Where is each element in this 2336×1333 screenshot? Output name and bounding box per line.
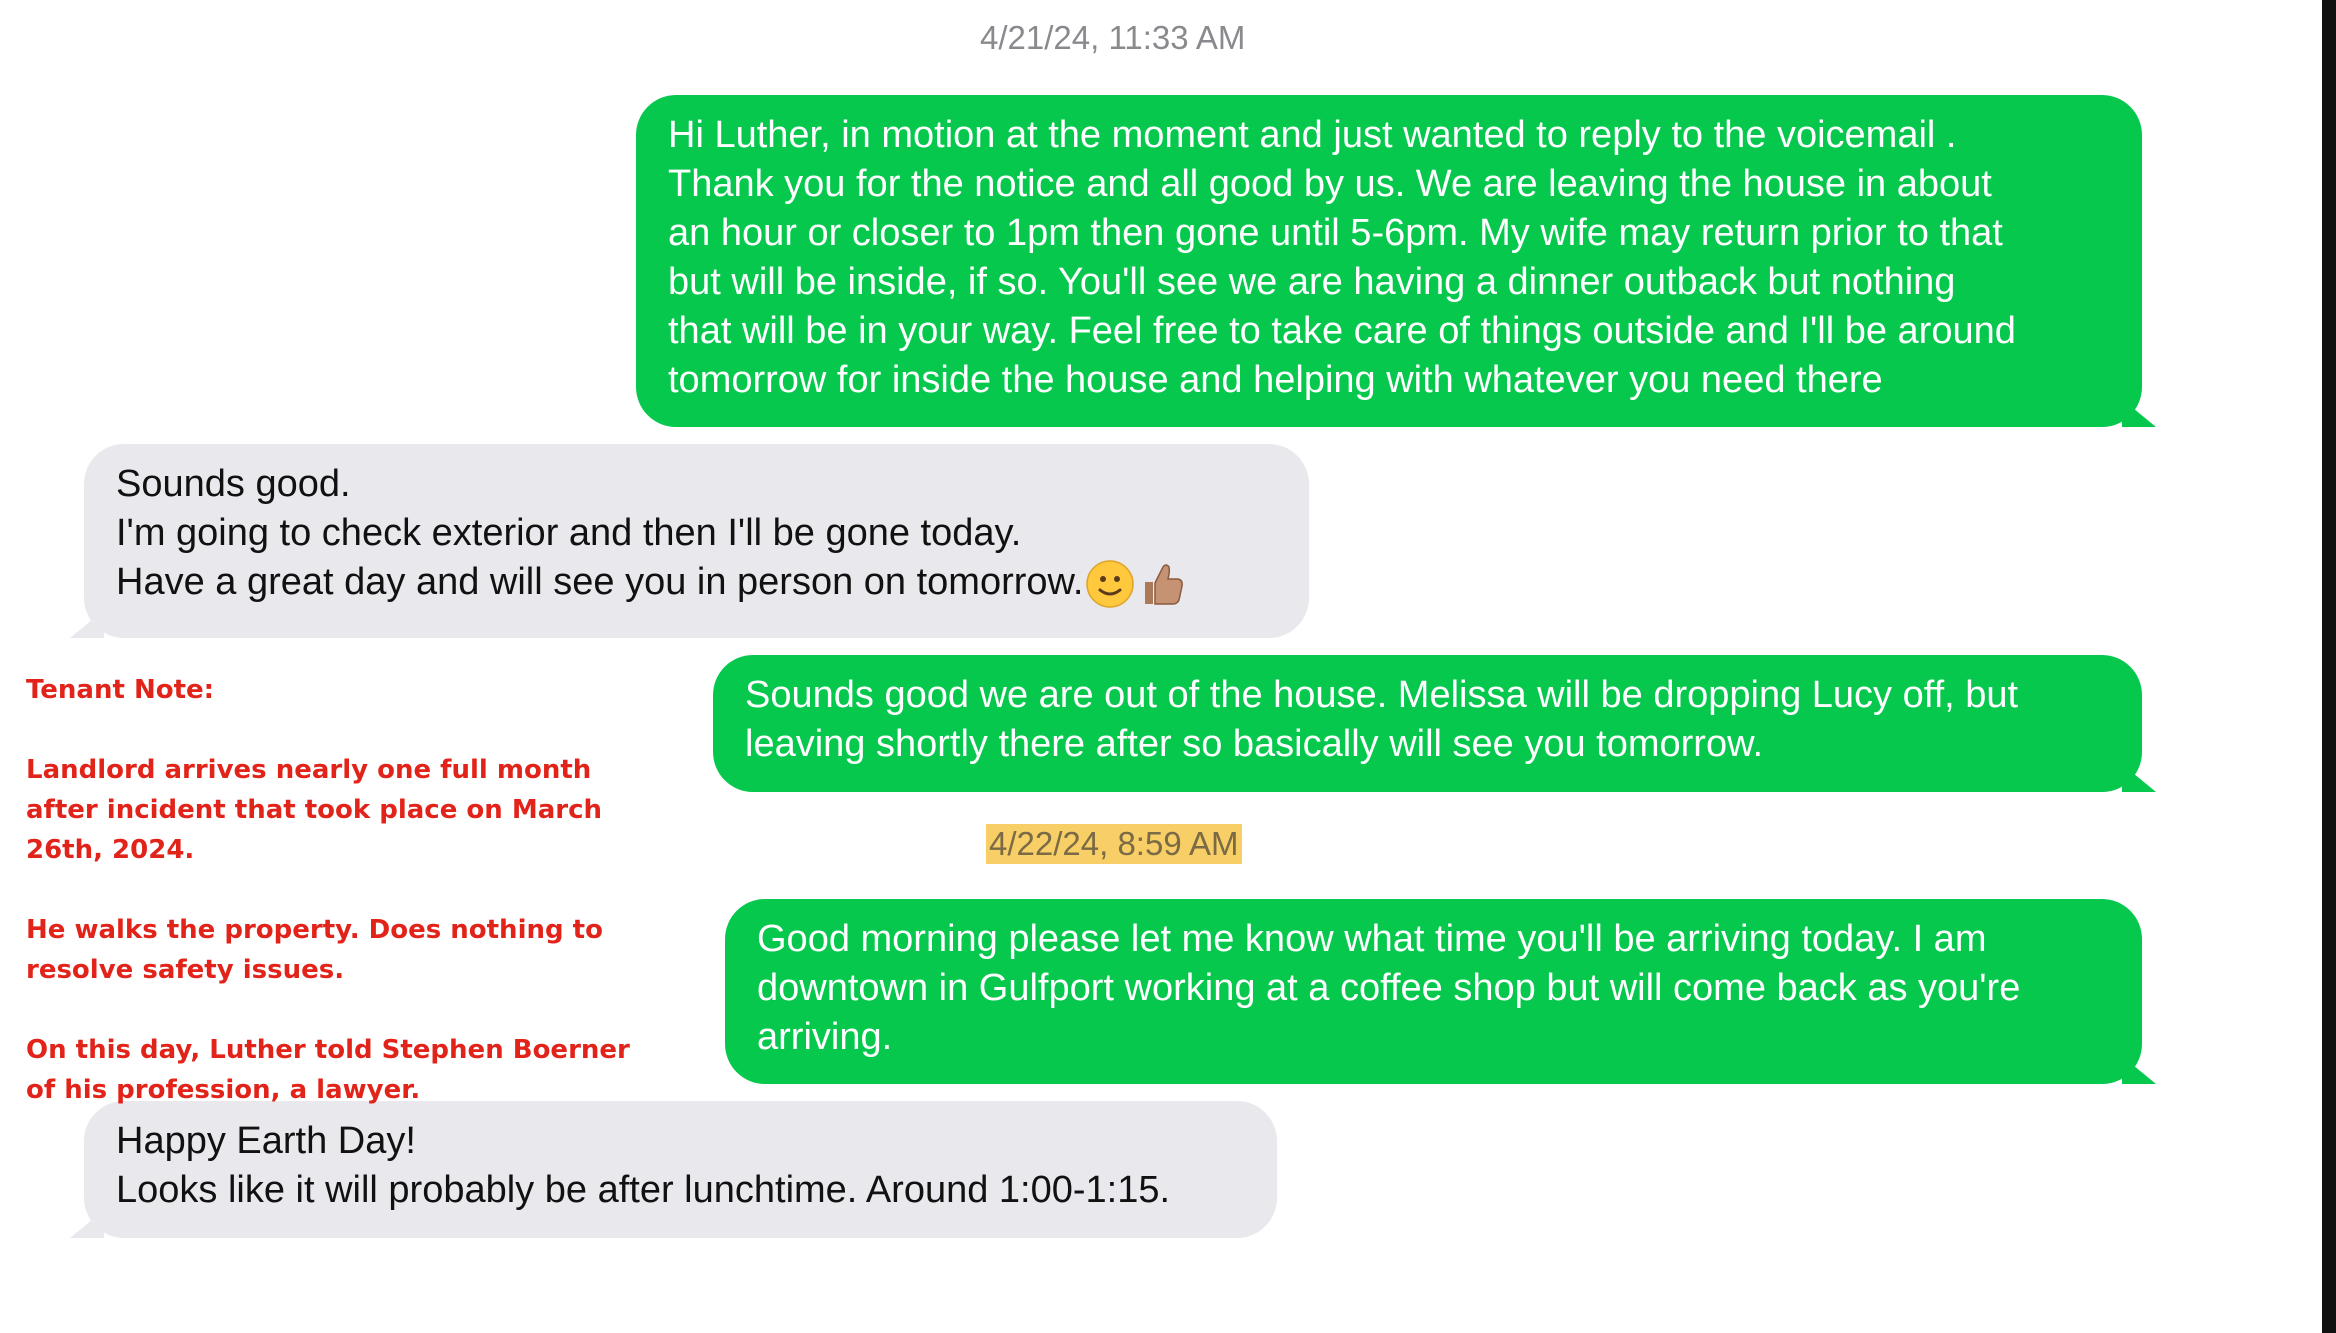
message-line-text: Have a great day and will see you in per… xyxy=(116,561,1084,603)
thumbs-up-icon xyxy=(1145,564,1184,605)
bubble-tail xyxy=(70,1210,104,1238)
slightly-smiling-face-icon xyxy=(1086,560,1135,608)
bubble-tail xyxy=(70,610,104,638)
scrollbar-thumb[interactable] xyxy=(2322,0,2336,1333)
message-line-with-emoji: Have a great day and will see you in per… xyxy=(116,558,1277,609)
bubble-tail xyxy=(2122,764,2156,792)
sent-message-bubble[interactable]: Good morning please let me know what tim… xyxy=(725,899,2156,1084)
message-line: an hour or closer to 1pm then gone until… xyxy=(668,212,2003,254)
bubble-tail xyxy=(2122,399,2156,427)
message-line: Good morning please let me know what tim… xyxy=(757,918,1987,960)
message-line: I'm going to check exterior and then I'l… xyxy=(116,512,1022,554)
message-line: but will be inside, if so. You'll see we… xyxy=(668,261,1956,303)
received-message-bubble[interactable]: Sounds good. I'm going to check exterior… xyxy=(70,444,1309,638)
timestamp: 4/21/24, 11:33 AM xyxy=(980,19,1246,56)
message-line: downtown in Gulfport working at a coffee… xyxy=(757,967,2021,1009)
note-paragraph: Landlord arrives nearly one full month a… xyxy=(26,755,602,865)
note-paragraph: He walks the property. Does nothing to r… xyxy=(26,915,603,985)
highlighted-timestamp: 4/22/24, 8:59 AM xyxy=(986,824,1242,864)
message-line: arriving. xyxy=(757,1016,893,1058)
tenant-note-annotation: Tenant Note: Landlord arrives nearly one… xyxy=(26,670,666,1150)
note-paragraph: On this day, Luther told Stephen Boerner… xyxy=(26,1035,630,1105)
scrollbar-track[interactable] xyxy=(2318,0,2336,1333)
sent-message-bubble[interactable]: Hi Luther, in motion at the moment and j… xyxy=(636,95,2156,427)
message-line: Looks like it will probably be after lun… xyxy=(116,1169,1171,1211)
bubble-tail xyxy=(2122,1056,2156,1084)
message-line: Sounds good we are out of the house. Mel… xyxy=(745,674,2019,716)
message-line: Sounds good. xyxy=(116,463,351,505)
message-line: tomorrow for inside the house and helpin… xyxy=(668,359,1883,401)
message-line: Thank you for the notice and all good by… xyxy=(668,163,1992,205)
sent-message-bubble[interactable]: Sounds good we are out of the house. Mel… xyxy=(713,655,2156,792)
message-line: leaving shortly there after so basically… xyxy=(745,723,1764,765)
message-line: Hi Luther, in motion at the moment and j… xyxy=(668,114,1957,156)
message-line: that will be in your way. Feel free to t… xyxy=(668,310,2016,352)
note-heading: Tenant Note: xyxy=(26,675,215,705)
